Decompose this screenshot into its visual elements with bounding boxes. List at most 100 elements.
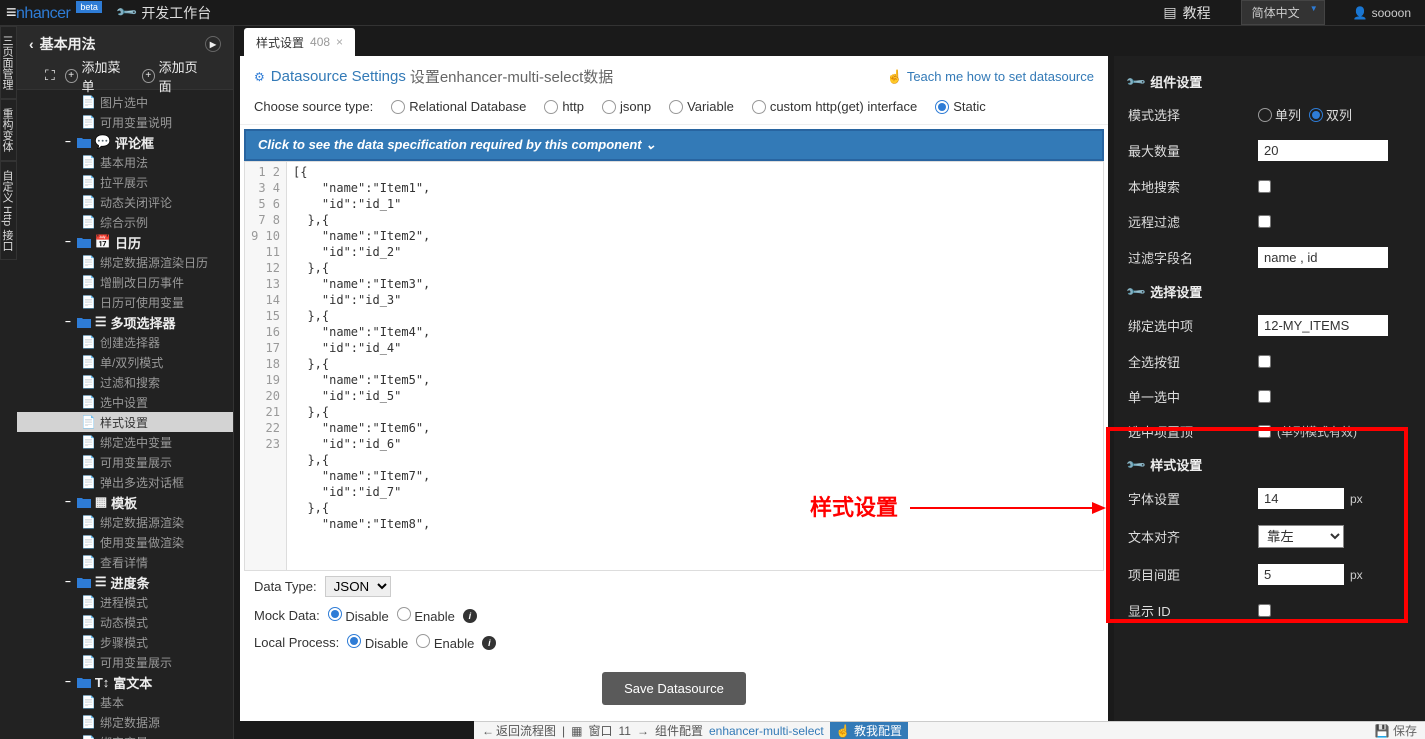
save-datasource-button[interactable]: Save Datasource <box>602 672 746 705</box>
radio-static[interactable]: Static <box>935 99 986 114</box>
tree-item[interactable]: 📄综合示例 <box>17 212 233 232</box>
chevron-left-icon[interactable]: ‹ <box>29 36 34 52</box>
sidebar-toolbar: ⛶ +添加菜单 +添加页面 <box>17 62 233 90</box>
play-icon[interactable]: ▶ <box>205 36 221 52</box>
vert-tab-pages[interactable]: 三页面管理 <box>0 26 17 99</box>
tree-item[interactable]: 📄使用变量做渲染 <box>17 532 233 552</box>
tree-folder-richtext[interactable]: −T↕富文本 <box>17 672 233 692</box>
file-icon: 📄 <box>81 615 96 629</box>
remote-filter-checkbox[interactable] <box>1258 215 1271 228</box>
wrench-icon: 🔧 <box>1125 453 1148 476</box>
file-icon: 📄 <box>81 415 96 429</box>
teach-badge[interactable]: ☝ 教我配置 <box>830 721 908 739</box>
tree-item[interactable]: 📄基本用法 <box>17 152 233 172</box>
tree-folder-calendar[interactable]: −📅日历 <box>17 232 233 252</box>
selected-top-checkbox[interactable] <box>1258 425 1271 438</box>
tree-folder-comment[interactable]: −💬评论框 <box>17 132 233 152</box>
code-text[interactable]: [{ "name":"Item1", "id":"id_1" },{ "name… <box>287 162 1103 570</box>
tree-item[interactable]: 📄拉平展示 <box>17 172 233 192</box>
comment-icon: 💬 <box>95 134 111 150</box>
tree-item[interactable]: 📄步骤模式 <box>17 632 233 652</box>
info-icon[interactable]: i <box>463 609 477 623</box>
tree-item[interactable]: 📄增删改日历事件 <box>17 272 233 292</box>
select-all-checkbox[interactable] <box>1258 355 1271 368</box>
tree-item[interactable]: 📄单/双列模式 <box>17 352 233 372</box>
logo[interactable]: ≡nhancer <box>0 2 76 23</box>
tree-folder-template[interactable]: −▦模板 <box>17 492 233 512</box>
radio-custom[interactable]: custom http(get) interface <box>752 99 917 114</box>
data-type-row: Data Type: JSON <box>240 571 1108 602</box>
font-size-input[interactable] <box>1258 488 1344 509</box>
wrench-icon: 🔧 <box>1125 280 1148 303</box>
tree-item[interactable]: 📄弹出多选对话框 <box>17 472 233 492</box>
tree-item[interactable]: 📄进程模式 <box>17 592 233 612</box>
file-icon: 📄 <box>81 395 96 409</box>
teach-link[interactable]: ☝ Teach me how to set datasource <box>887 69 1094 85</box>
tree-item[interactable]: 📄查看详情 <box>17 552 233 572</box>
language-dropdown[interactable]: 简体中文 <box>1241 0 1325 25</box>
user-menu[interactable]: 👤 soooon <box>1339 6 1425 20</box>
component-link[interactable]: enhancer-multi-select <box>709 724 824 738</box>
radio-http[interactable]: http <box>544 99 584 114</box>
tree-item[interactable]: 📄动态模式 <box>17 612 233 632</box>
local-search-row: 本地搜索 <box>1128 169 1411 204</box>
tree-item[interactable]: 📄可用变量展示 <box>17 652 233 672</box>
file-icon: 📄 <box>81 95 96 109</box>
ds-subtitle: 设置enhancer-multi-select数据 <box>410 66 613 87</box>
tree-item[interactable]: 📄选中设置 <box>17 392 233 412</box>
tree-item[interactable]: 📄过滤和搜索 <box>17 372 233 392</box>
data-type-select[interactable]: JSON <box>325 576 391 597</box>
file-icon: 📄 <box>81 355 96 369</box>
add-page-button[interactable]: +添加页面 <box>142 57 205 95</box>
tutorial-link[interactable]: ▤ 教程 <box>1147 3 1226 23</box>
resize-icon[interactable]: ⛶ <box>45 67 55 84</box>
item-spacing-input[interactable] <box>1258 564 1344 585</box>
tree-folder-progress[interactable]: −☰进度条 <box>17 572 233 592</box>
radio-relational[interactable]: Relational Database <box>391 99 526 114</box>
local-search-checkbox[interactable] <box>1258 180 1271 193</box>
radio-double-col[interactable]: 双列 <box>1309 105 1352 124</box>
dev-workbench-link[interactable]: 🔧 开发工作台 <box>102 3 227 23</box>
text-align-select[interactable]: 靠左 <box>1258 525 1344 548</box>
tree-item[interactable]: 📄绑定变量 <box>17 732 233 739</box>
max-count-input[interactable] <box>1258 140 1388 161</box>
tree-item[interactable]: 📄可用变量展示 <box>17 452 233 472</box>
filter-fields-input[interactable] <box>1258 247 1388 268</box>
radio-jsonp[interactable]: jsonp <box>602 99 651 114</box>
tree-folder-multiselect[interactable]: −☰多项选择器 <box>17 312 233 332</box>
close-icon[interactable]: × <box>336 35 343 49</box>
local-disable[interactable]: Disable <box>347 634 408 651</box>
code-editor[interactable]: 1 2 3 4 5 6 7 8 9 10 11 12 13 14 15 16 1… <box>244 161 1104 571</box>
back-link[interactable]: ← 返回流程图 <box>482 722 556 739</box>
radio-single-col[interactable]: 单列 <box>1258 105 1301 124</box>
vert-tab-http[interactable]: 自定义 Http 接口 <box>0 161 17 260</box>
file-icon: 📄 <box>81 715 96 729</box>
spec-bar[interactable]: Click to see the data specification requ… <box>244 129 1104 161</box>
tree-item[interactable]: 📄动态关闭评论 <box>17 192 233 212</box>
add-menu-button[interactable]: +添加菜单 <box>65 57 128 95</box>
tree-item[interactable]: 📄创建选择器 <box>17 332 233 352</box>
tree-item[interactable]: 📄绑定选中变量 <box>17 432 233 452</box>
info-icon[interactable]: i <box>482 636 496 650</box>
max-count-row: 最大数量 <box>1128 132 1411 169</box>
text-align-row: 文本对齐 靠左 <box>1128 517 1411 556</box>
single-select-checkbox[interactable] <box>1258 390 1271 403</box>
mock-enable[interactable]: Enable <box>397 607 455 624</box>
tree-item[interactable]: 📄可用变量说明 <box>17 112 233 132</box>
tree-item[interactable]: 📄绑定数据源渲染日历 <box>17 252 233 272</box>
save-footer-button[interactable]: 💾 保存 <box>1375 722 1417 739</box>
tree-item[interactable]: 📄基本 <box>17 692 233 712</box>
tree-item[interactable]: 📄绑定数据源渲染 <box>17 512 233 532</box>
tree-item-active[interactable]: 📄样式设置 <box>17 412 233 432</box>
footer-breadcrumb: ← 返回流程图 | ▦ 窗口 11 → 组件配置 enhancer-multi-… <box>474 721 1425 739</box>
tree-item[interactable]: 📄图片选中 <box>17 92 233 112</box>
mock-disable[interactable]: Disable <box>328 607 389 624</box>
show-id-checkbox[interactable] <box>1258 604 1271 617</box>
local-enable[interactable]: Enable <box>416 634 474 651</box>
radio-variable[interactable]: Variable <box>669 99 734 114</box>
tab-style-settings[interactable]: 样式设置 408 × <box>244 28 355 56</box>
vert-tab-restruct[interactable]: 重构变体 <box>0 99 17 161</box>
bind-selected-input[interactable] <box>1258 315 1388 336</box>
tree-item[interactable]: 📄日历可使用变量 <box>17 292 233 312</box>
tree-item[interactable]: 📄绑定数据源 <box>17 712 233 732</box>
